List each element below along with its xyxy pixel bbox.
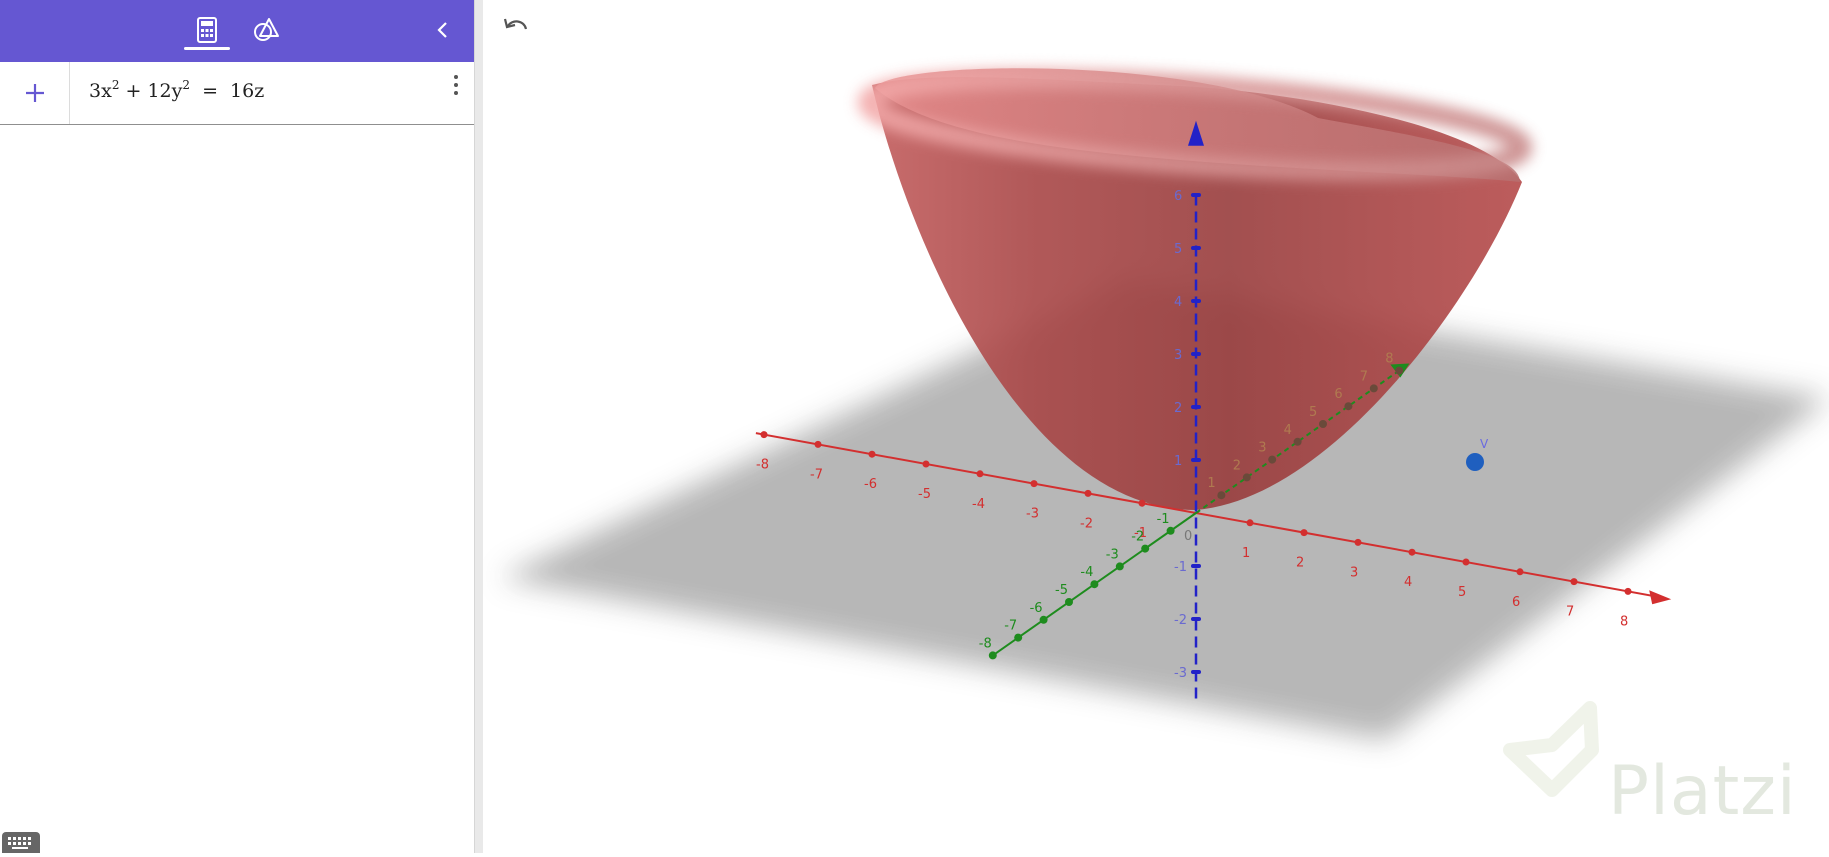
y-axis-tick-label: -3 [1106, 547, 1119, 562]
y-axis-tick [988, 651, 997, 660]
z-axis-tick-label: -3 [1174, 666, 1187, 681]
x-axis-tick-label: -7 [810, 467, 823, 482]
x-axis-tick-label: 6 [1512, 595, 1520, 610]
z-axis-tick [1191, 299, 1201, 303]
y-axis-tick [1039, 615, 1048, 624]
x-axis-tick [1138, 499, 1146, 507]
x-axis-tick-label: -4 [972, 497, 985, 512]
y-axis-tick-label: -1 [1157, 512, 1170, 527]
y-axis-tick [1268, 455, 1277, 464]
x-axis-tick-label: 2 [1296, 556, 1304, 571]
y-axis-tick [1242, 473, 1251, 482]
x-axis-tick-label: 3 [1350, 565, 1358, 580]
x-axis-tick-label: 0 [1184, 529, 1192, 544]
x-axis-tick [1300, 529, 1308, 537]
y-axis-tick-label: -4 [1080, 565, 1093, 580]
x-axis-tick-label: 1 [1242, 546, 1250, 561]
watermark-text: Platzi [1608, 752, 1797, 831]
y-axis-tick [1065, 598, 1073, 606]
x-axis-tick [1516, 568, 1524, 576]
z-axis-tick [1191, 458, 1201, 462]
z-axis-tick [1191, 564, 1201, 568]
x-axis-tick [1354, 538, 1362, 546]
z-axis-tick [1191, 670, 1201, 674]
z-axis-tick-label: 1 [1174, 454, 1182, 469]
undo-button[interactable] [500, 14, 540, 44]
3d-scene: -8-7-6-5-4-3-2-1 012345678-8-7-6-5-4-3-2-… [500, 68, 1829, 797]
z-axis-tick-label: -1 [1174, 560, 1187, 575]
x-axis-tick [1030, 480, 1038, 488]
y-axis-tick [1090, 580, 1099, 589]
y-axis-tick [1319, 420, 1327, 428]
z-axis-tick [1191, 352, 1201, 356]
y-axis-tick [1369, 384, 1378, 393]
x-axis-tick-label: -2 [1080, 516, 1093, 531]
x-axis-tick-label: 4 [1404, 575, 1412, 590]
x-axis-tick [1462, 558, 1470, 566]
y-axis-tick [1395, 366, 1404, 375]
y-axis-tick [1014, 633, 1023, 642]
y-axis-tick-label: 6 [1334, 387, 1342, 402]
x-axis-tick-label: 8 [1620, 614, 1628, 629]
y-axis-tick-label: 3 [1258, 441, 1266, 456]
x-axis-tick [1624, 587, 1632, 595]
z-axis-tick-label: 6 [1174, 189, 1182, 204]
platzi-logo-icon [1503, 701, 1599, 797]
point-v[interactable] [1466, 453, 1484, 471]
y-axis-tick [1115, 562, 1124, 571]
x-axis-tick [922, 460, 930, 468]
z-axis-tick-label: -2 [1174, 613, 1187, 628]
x-axis-tick-label: -5 [918, 487, 931, 502]
x-axis-tick-label: 7 [1566, 605, 1574, 620]
y-axis-tick-label: -8 [979, 636, 992, 651]
y-axis-tick-label: -5 [1055, 583, 1068, 598]
y-axis-tick-label: 4 [1284, 423, 1292, 438]
y-axis-tick [1141, 544, 1150, 553]
z-axis-tick-label: 5 [1174, 242, 1182, 257]
x-axis-arrow-icon [1649, 590, 1672, 605]
z-axis-tick-label: 4 [1174, 295, 1182, 310]
y-axis-tick [1344, 402, 1353, 411]
y-axis-tick [1293, 437, 1302, 446]
z-axis-tick-label: 3 [1174, 348, 1182, 363]
y-axis-tick-label: -7 [1004, 619, 1017, 634]
z-axis-tick [1191, 246, 1201, 250]
x-axis-tick [1408, 548, 1416, 556]
x-axis-tick-label: -3 [1026, 507, 1039, 522]
z-axis-tick [1191, 193, 1201, 197]
x-axis-tick [1246, 519, 1254, 527]
x-axis-tick-label: -6 [864, 477, 877, 492]
x-axis-tick [760, 431, 768, 439]
x-axis-tick [976, 470, 984, 478]
y-axis-tick-label: -2 [1131, 530, 1144, 545]
y-axis-tick-label: 5 [1309, 405, 1317, 420]
y-axis-tick [1166, 526, 1175, 535]
z-axis-tick-label: 2 [1174, 401, 1182, 416]
y-axis-tick [1217, 491, 1226, 500]
x-axis-tick-label: 5 [1458, 585, 1466, 600]
y-axis-tick-label: 8 [1385, 352, 1393, 367]
z-axis-tick [1191, 617, 1201, 621]
y-axis-tick-label: 1 [1207, 476, 1215, 491]
y-axis-tick-label: 7 [1360, 369, 1368, 384]
x-axis-tick-label: -8 [756, 458, 769, 473]
x-axis-tick [868, 450, 876, 458]
y-axis-tick-label: 2 [1233, 458, 1241, 473]
x-axis-tick [1570, 578, 1578, 586]
undo-icon [503, 18, 528, 30]
y-axis-tick-label: -6 [1030, 601, 1043, 616]
z-axis-tick [1191, 405, 1201, 409]
x-axis-tick [1084, 489, 1092, 497]
x-axis-tick [814, 440, 822, 448]
point-v-label: V [1480, 437, 1489, 451]
